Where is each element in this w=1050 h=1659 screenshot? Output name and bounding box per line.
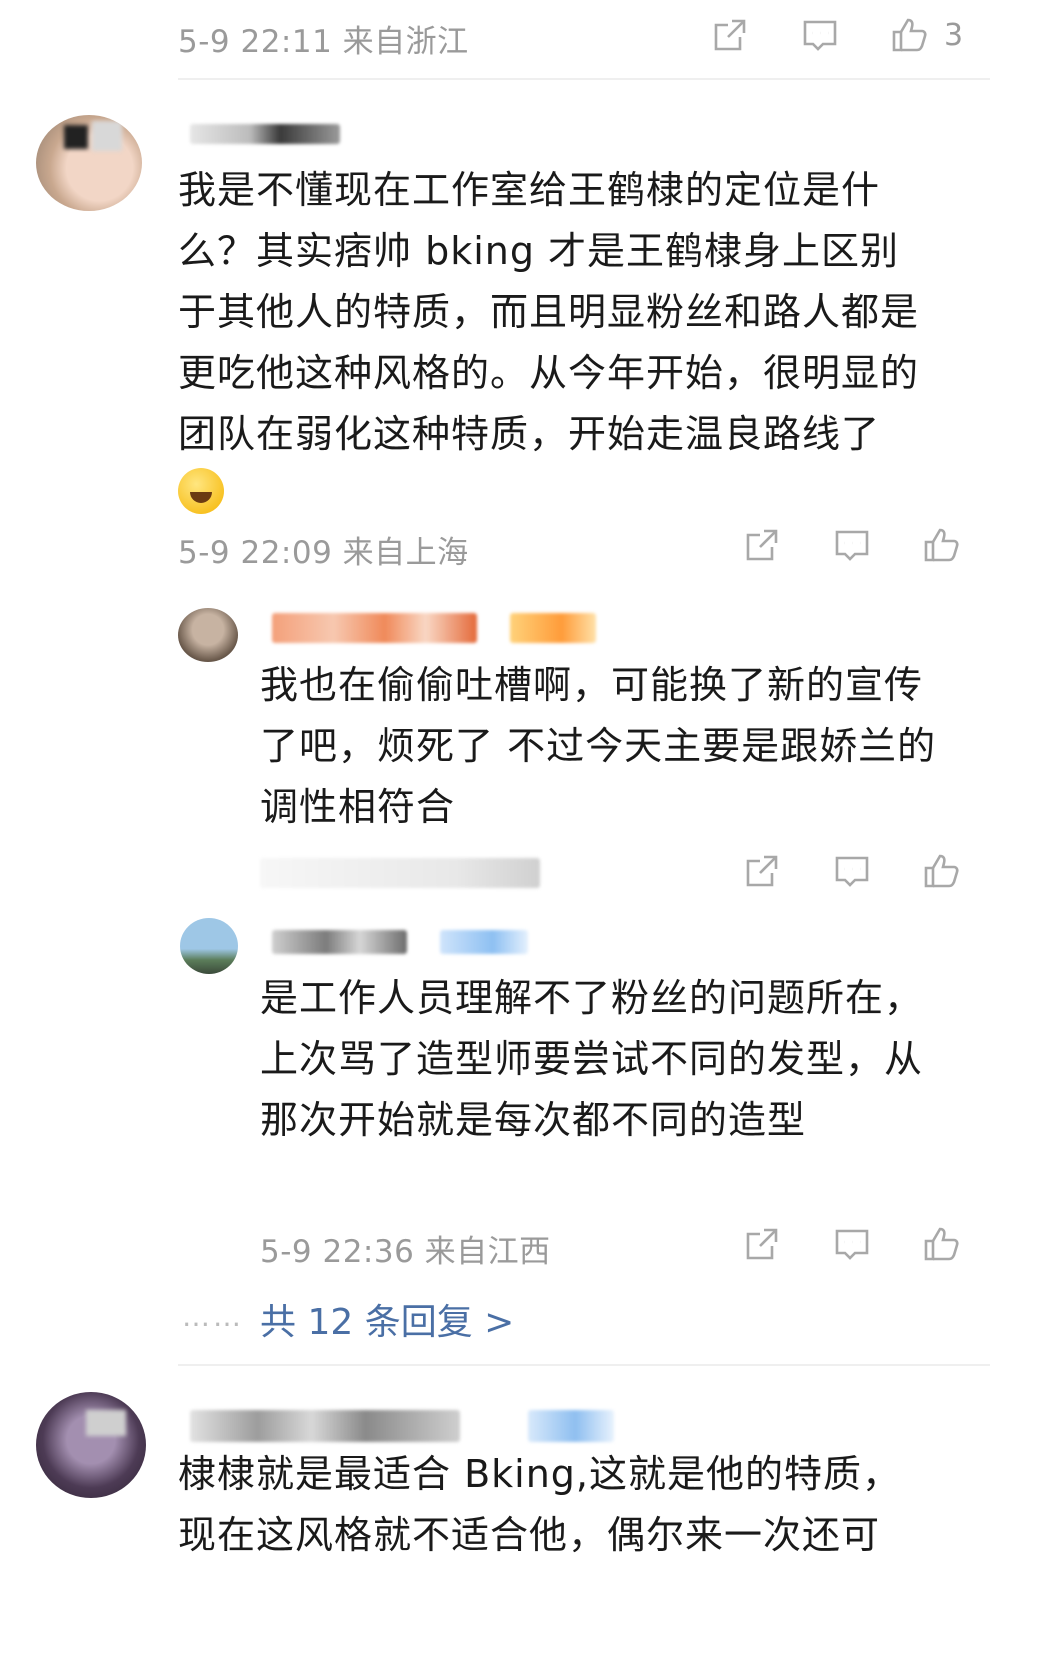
share-icon <box>746 855 778 887</box>
avatar[interactable] <box>178 608 238 662</box>
badge-blurred <box>528 1410 614 1442</box>
thumbs-up-icon <box>924 528 959 562</box>
avatar[interactable] <box>36 1392 146 1498</box>
like-button[interactable] <box>920 851 964 891</box>
comment-button[interactable] <box>830 525 874 565</box>
badge-blurred <box>510 613 596 643</box>
comment-text-line: 棣棣就是最适合 Bking,这就是他的特质， <box>178 1452 901 1496</box>
avatar[interactable] <box>180 918 238 974</box>
like-button[interactable] <box>920 525 964 565</box>
share-button[interactable] <box>740 1224 784 1264</box>
username-blurred[interactable] <box>190 124 340 144</box>
reply-meta: 5-9 22:36 来自江西 <box>260 1234 551 1270</box>
comment-icon <box>835 1229 869 1260</box>
top-comment-meta: 5-9 22:11 来自浙江 <box>178 24 469 60</box>
comment-icon <box>835 856 869 887</box>
comment-text: 我是不懂现在工作室给王鹤棣的定位是什么？其实痞帅 bking 才是王鹤棣身上区别… <box>178 160 938 526</box>
reply-meta-blurred <box>260 858 540 888</box>
comment-icon <box>803 20 837 51</box>
reply-actions <box>740 1224 964 1264</box>
comment-button[interactable] <box>830 1224 874 1264</box>
share-icon <box>746 1228 778 1260</box>
comment-actions <box>740 525 964 565</box>
comment-text: 棣棣就是最适合 Bking,这就是他的特质， 现在这风格就不适合他，偶尔来一次还… <box>178 1444 978 1566</box>
thumbs-up-icon <box>892 18 927 52</box>
reply-text: 我也在偷偷吐槽啊，可能换了新的宣传了吧，烦死了 不过今天主要是跟娇兰的调性相符合 <box>260 663 937 829</box>
like-button[interactable] <box>920 1224 964 1264</box>
share-icon <box>746 529 778 561</box>
thumbs-up-icon <box>924 854 959 888</box>
divider <box>178 78 990 80</box>
more-replies-dots: …… <box>182 1300 244 1333</box>
comment-meta: 5-9 22:09 来自上海 <box>178 535 469 571</box>
avatar[interactable] <box>36 115 142 211</box>
badge-blurred <box>440 930 528 954</box>
username-blurred[interactable] <box>272 930 407 954</box>
more-replies-link[interactable]: 共 12 条回复 > <box>260 1293 514 1345</box>
share-button[interactable] <box>708 15 752 55</box>
reply-text: 是工作人员理解不了粉丝的问题所在，上次骂了造型师要尝试不同的发型，从那次开始就是… <box>260 976 924 1142</box>
like-count: 3 <box>944 17 964 53</box>
top-comment-actions: 3 <box>708 15 963 55</box>
share-button[interactable] <box>740 525 784 565</box>
laughing-crying-emoji-icon <box>178 468 224 514</box>
username-blurred[interactable] <box>272 613 477 643</box>
comment-text-content: 我是不懂现在工作室给王鹤棣的定位是什么？其实痞帅 bking 才是王鹤棣身上区别… <box>178 168 920 456</box>
username-blurred[interactable] <box>190 1410 460 1442</box>
comment-button[interactable] <box>830 851 874 891</box>
thumbs-up-icon <box>924 1227 959 1261</box>
comment-button[interactable] <box>798 15 842 55</box>
share-icon <box>714 19 746 51</box>
comment-text-line: 现在这风格就不适合他，偶尔来一次还可 <box>178 1513 881 1557</box>
share-button[interactable] <box>740 851 784 891</box>
comment-icon <box>835 530 869 561</box>
reply-actions <box>740 851 964 891</box>
like-button[interactable] <box>888 15 932 55</box>
divider <box>178 1364 990 1366</box>
